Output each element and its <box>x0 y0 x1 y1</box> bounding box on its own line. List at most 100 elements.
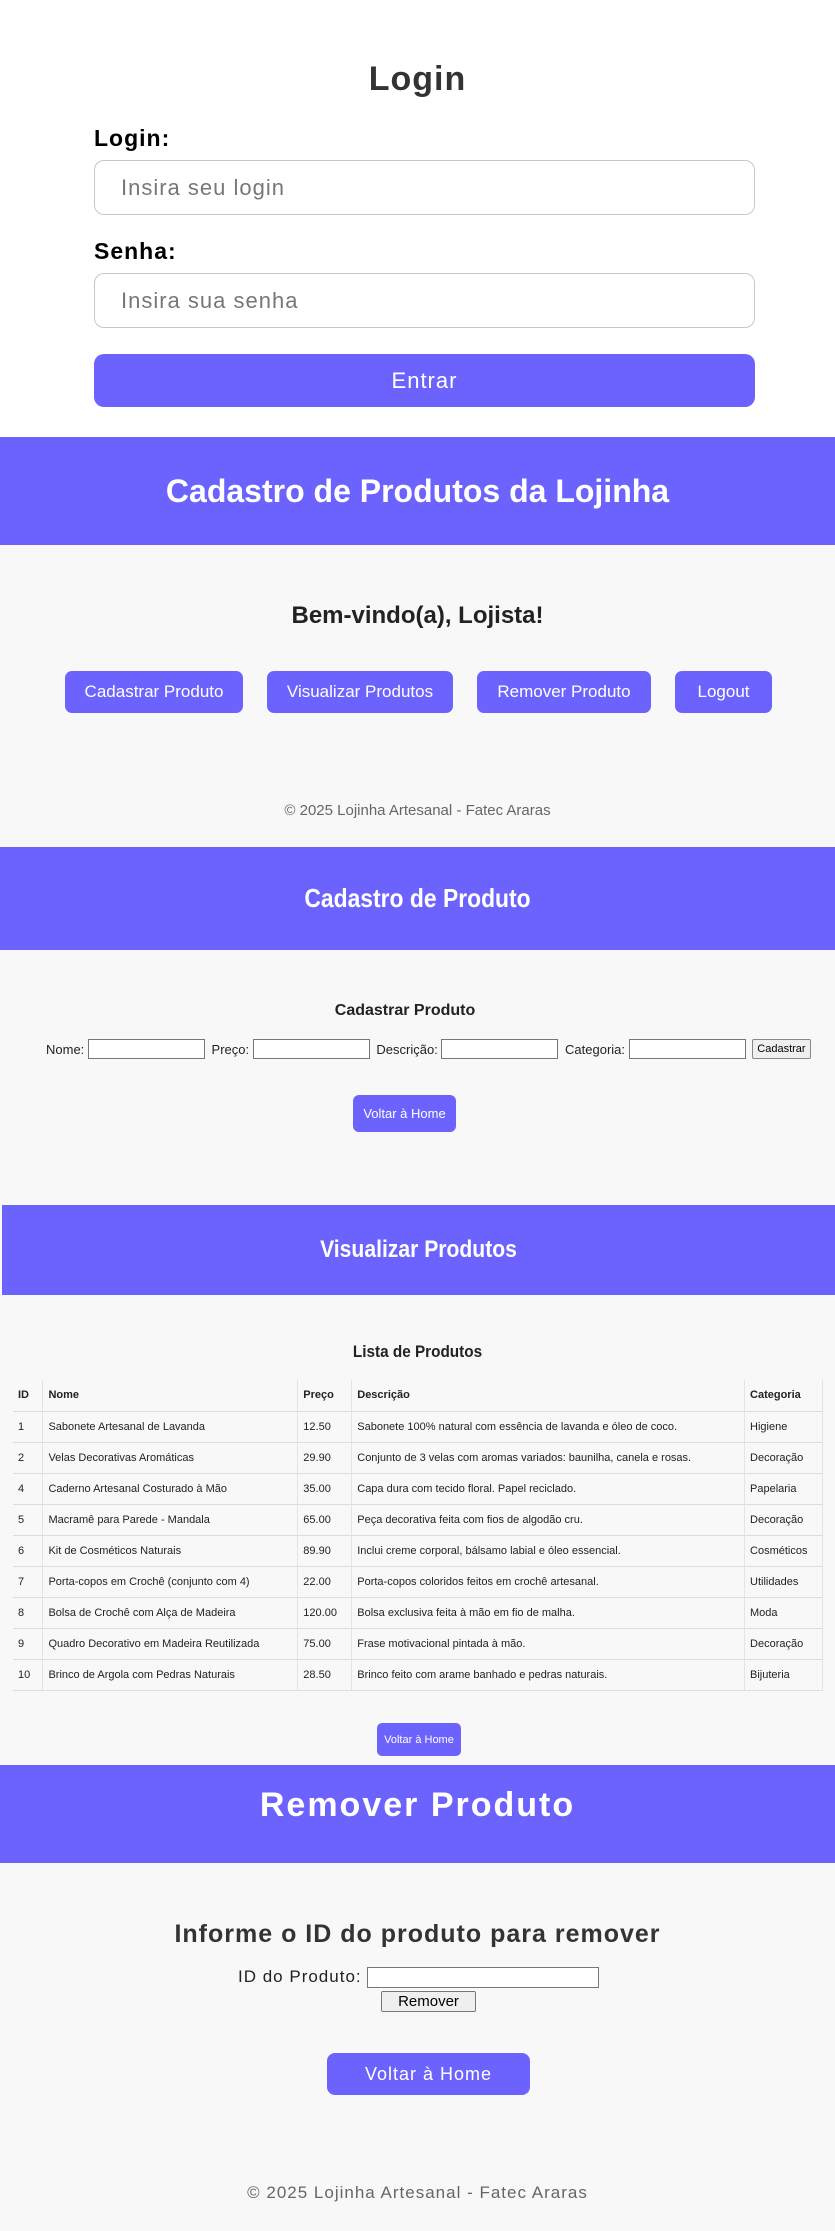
column-header-price: Preço <box>297 1380 353 1412</box>
remove-section: Remover Produto Informe o ID do produto … <box>0 1765 835 2231</box>
login-section: Login Login: Senha: Entrar <box>0 0 835 437</box>
cell-id: 7 <box>13 1566 44 1598</box>
cell-id: 1 <box>13 1411 44 1443</box>
cell-description: Porta-copos coloridos feitos em crochê a… <box>351 1566 746 1598</box>
cell-name: Caderno Artesanal Costurado à Mão <box>42 1473 299 1505</box>
login-label: Login: <box>94 125 171 151</box>
login-input[interactable] <box>94 160 755 215</box>
cell-price: 29.90 <box>297 1442 353 1474</box>
cell-category: Decoração <box>744 1504 823 1536</box>
view-header: Visualizar Produtos <box>2 1205 835 1295</box>
remove-product-button[interactable]: Remover Produto <box>477 671 651 713</box>
cell-name: Velas Decorativas Aromáticas <box>42 1442 299 1474</box>
cell-description: Capa dura com tecido floral. Papel recic… <box>351 1473 746 1505</box>
view-section: Visualizar Produtos Lista de Produtos ID… <box>0 1205 835 1765</box>
cell-name: Macramê para Parede - Mandala <box>42 1504 299 1536</box>
table-body: 1 Sabonete Artesanal de Lavanda 12.50 Sabon… <box>13 1411 823 1691</box>
cell-name: Quadro Decorativo em Madeira Reutilizada <box>42 1628 299 1660</box>
table-row: 1 Sabonete Artesanal de Lavanda 12.50 Sabon… <box>13 1411 823 1443</box>
column-header-name: Nome <box>42 1380 299 1412</box>
cell-price: 28.50 <box>297 1659 353 1691</box>
cell-id: 10 <box>13 1659 44 1691</box>
cell-id: 6 <box>13 1535 44 1567</box>
cell-name: Porta-copos em Crochê (conjunto com 4) <box>42 1566 299 1598</box>
cell-price: 75.00 <box>297 1628 353 1660</box>
remove-header: Remover Produto <box>0 1765 835 1863</box>
home-footer: © 2025 Lojinha Artesanal - Fatec Araras <box>284 802 551 819</box>
column-header-category: Categoria <box>744 1380 823 1412</box>
table-row: 4 Caderno Artesanal Costurado à Mão 35.00 C… <box>13 1473 823 1505</box>
price-input[interactable] <box>252 1039 370 1059</box>
category-input[interactable] <box>628 1039 746 1059</box>
cell-description: Sabonete 100% natural com essência de la… <box>351 1411 746 1443</box>
cell-id: 4 <box>13 1473 44 1505</box>
table-row: 8 Bolsa de Crochê com Alça de Madeira 120.… <box>13 1597 823 1629</box>
table-row: 2 Velas Decorativas Aromáticas 29.90 Conjun… <box>13 1442 823 1474</box>
cell-description: Bolsa exclusiva feita à mão em fio de ma… <box>351 1597 746 1629</box>
cell-id: 9 <box>13 1628 44 1660</box>
description-label: Descrição: <box>376 1041 438 1057</box>
table-row: 9 Quadro Decorativo em Madeira Reutilizad… <box>13 1628 823 1660</box>
register-section: Cadastro de Produto Cadastrar Produto No… <box>0 847 835 1205</box>
login-submit-button[interactable]: Entrar <box>94 354 755 407</box>
view-header-title: Visualizar Produtos <box>320 1236 517 1263</box>
back-home-button[interactable]: Voltar à Home <box>327 2053 530 2095</box>
cell-description: Frase motivacional pintada à mão. <box>351 1628 746 1660</box>
name-input[interactable] <box>87 1039 205 1059</box>
cell-name: Brinco de Argola com Pedras Naturais <box>42 1659 299 1691</box>
login-title: Login <box>368 60 467 98</box>
cell-price: 89.90 <box>297 1535 353 1567</box>
back-home-button[interactable]: Voltar à Home <box>353 1095 456 1132</box>
cell-name: Sabonete Artesanal de Lavanda <box>42 1411 299 1443</box>
table-row: 5 Macramê para Parede - Mandala 65.00 Peça … <box>13 1504 823 1536</box>
table-row: 10 Brinco de Argola com Pedras Naturais 28… <box>13 1659 823 1691</box>
cell-category: Higiene <box>744 1411 823 1443</box>
name-label: Nome: <box>46 1041 85 1057</box>
register-form-title: Cadastrar Produto <box>334 1002 476 1019</box>
cell-price: 35.00 <box>297 1473 353 1505</box>
remove-prompt: Informe o ID do produto para remover <box>174 1920 661 1948</box>
table-header-row: ID Nome Preço Descrição Categoria <box>13 1380 823 1412</box>
cell-price: 12.50 <box>297 1411 353 1443</box>
cell-category: Moda <box>744 1597 823 1629</box>
register-product-button[interactable]: Cadastrar Produto <box>65 671 243 713</box>
product-list-title: Lista de Produtos <box>352 1342 483 1361</box>
register-form: Nome: Preço: Descrição: Categoria: Cadas… <box>46 1039 811 1059</box>
password-input[interactable] <box>94 273 755 328</box>
cell-description: Peça decorativa feita com fios de algodã… <box>351 1504 746 1536</box>
remove-footer: © 2025 Lojinha Artesanal - Fatec Araras <box>247 2183 588 2202</box>
remove-header-title: Remover Produto <box>259 1786 576 1824</box>
cell-category: Decoração <box>744 1628 823 1660</box>
cell-category: Decoração <box>744 1442 823 1474</box>
cell-category: Papelaria <box>744 1473 823 1505</box>
view-products-button[interactable]: Visualizar Produtos <box>267 671 453 713</box>
cell-name: Kit de Cosméticos Naturais <box>42 1535 299 1567</box>
table-row: 7 Porta-copos em Crochê (conjunto com 4) 2… <box>13 1566 823 1598</box>
back-home-button[interactable]: Voltar à Home <box>377 1723 461 1756</box>
product-id-row: ID do Produto: <box>238 1967 600 1989</box>
column-header-description: Descrição <box>351 1380 746 1412</box>
cell-category: Cosméticos <box>744 1535 823 1567</box>
column-header-id: ID <box>13 1380 44 1412</box>
cell-price: 22.00 <box>297 1566 353 1598</box>
product-id-label: ID do Produto: <box>238 1967 362 1986</box>
description-input[interactable] <box>441 1039 559 1059</box>
welcome-heading: Bem-vindo(a), Lojista! <box>291 602 544 629</box>
cell-description: Brinco feito com arame banhado e pedras … <box>351 1659 746 1691</box>
product-id-input[interactable] <box>367 1967 600 1989</box>
home-section: Cadastro de Produtos da Lojinha Bem-vind… <box>0 437 835 847</box>
password-label: Senha: <box>94 238 177 264</box>
home-header: Cadastro de Produtos da Lojinha <box>0 437 835 545</box>
cell-price: 120.00 <box>297 1597 353 1629</box>
table-row: 6 Kit de Cosméticos Naturais 89.90 Inclui c… <box>13 1535 823 1567</box>
register-header: Cadastro de Produto <box>0 847 835 950</box>
register-submit-button[interactable]: Cadastrar <box>752 1039 811 1059</box>
cell-description: Inclui creme corporal, bálsamo labial e … <box>351 1535 746 1567</box>
price-label: Preço: <box>211 1041 250 1057</box>
category-label: Categoria: <box>565 1041 626 1057</box>
cell-category: Utilidades <box>744 1566 823 1598</box>
products-table: ID Nome Preço Descrição Categoria 1 Sabon… <box>13 1380 823 1691</box>
register-header-title: Cadastro de Produto <box>304 883 531 913</box>
logout-button[interactable]: Logout <box>675 671 772 713</box>
remove-submit-button[interactable]: Remover <box>381 1991 476 2012</box>
